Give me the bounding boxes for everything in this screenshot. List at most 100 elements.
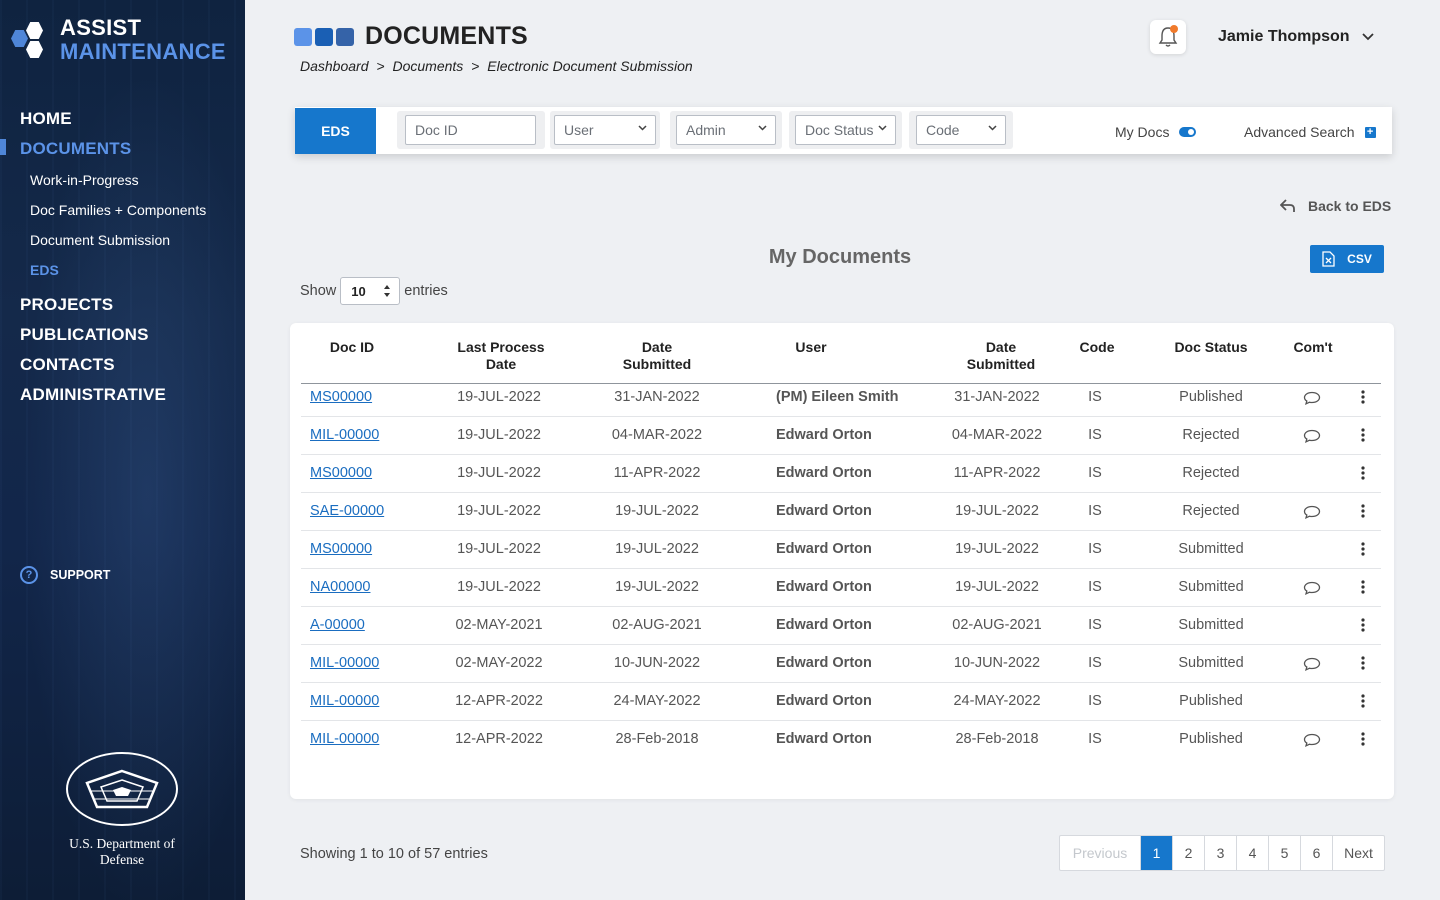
breadcrumb-current: Electronic Document Submission (487, 58, 693, 74)
table-row[interactable]: NA00000 19-JUL-2022 19-JUL-2022 Edward Orto… (301, 569, 1381, 607)
admin-select[interactable]: Admin (676, 115, 776, 145)
kebab-icon[interactable] (1361, 428, 1365, 447)
kebab-icon[interactable] (1361, 732, 1365, 751)
col-last-process-date[interactable]: Last Process Date (451, 339, 551, 373)
nav-document-submission[interactable]: Document Submission (0, 226, 245, 256)
comment-icon[interactable] (1303, 657, 1321, 676)
table-row[interactable]: MS00000 19-JUL-2022 31-JAN-2022 (PM) Eileen… (301, 379, 1381, 417)
code: IS (1088, 693, 1102, 709)
user-select[interactable]: User (554, 115, 656, 145)
date-submitted: 19-JUL-2022 (615, 579, 699, 595)
doc-id-link[interactable]: MIL-00000 (310, 693, 400, 709)
table-row[interactable]: MIL-00000 12-APR-2022 24-MAY-2022 Edward Or… (301, 683, 1381, 721)
code-select[interactable]: Code (916, 115, 1006, 145)
table-row[interactable]: MIL-00000 02-MAY-2022 10-JUN-2022 Edward Or… (301, 645, 1381, 683)
kebab-icon[interactable] (1361, 390, 1365, 409)
csv-export-button[interactable]: CSV (1310, 245, 1384, 273)
table-row[interactable]: A-00000 02-MAY-2021 02-AUG-2021 Edward Orto… (301, 607, 1381, 645)
doc-id-link[interactable]: MIL-00000 (310, 427, 400, 443)
col-doc-id[interactable]: Doc ID (320, 339, 384, 356)
user-menu[interactable]: Jamie Thompson (1218, 28, 1374, 46)
previous-page-button[interactable]: Previous (1060, 836, 1140, 870)
page-5-button[interactable]: 5 (1268, 836, 1300, 870)
nav-administrative[interactable]: ADMINISTRATIVE (0, 382, 245, 412)
page-2-button[interactable]: 2 (1172, 836, 1204, 870)
notifications-button[interactable] (1150, 20, 1186, 54)
last-process-date: 12-APR-2022 (455, 731, 543, 747)
kebab-icon[interactable] (1361, 694, 1365, 713)
doc-id-link[interactable]: A-00000 (310, 617, 400, 633)
my-docs-label: My Docs (1115, 124, 1170, 140)
nav-contacts[interactable]: CONTACTS (0, 352, 245, 382)
back-to-eds-link[interactable]: Back to EDS (1280, 198, 1391, 214)
date-submitted: 19-JUL-2022 (615, 503, 699, 519)
breadcrumb-dashboard[interactable]: Dashboard (300, 58, 369, 74)
col-date-submitted-2[interactable]: Date Submitted (951, 339, 1051, 373)
comment-icon[interactable] (1303, 505, 1321, 524)
brand-logo[interactable]: ASSIST MAINTENANCE (10, 16, 226, 64)
table-row[interactable]: MS00000 19-JUL-2022 11-APR-2022 Edward Orto… (301, 455, 1381, 493)
nav-eds[interactable]: EDS (0, 256, 245, 286)
doc-status-select[interactable]: Doc Status (795, 115, 896, 145)
doc-id-input[interactable]: Doc ID (405, 115, 536, 145)
doc-id-link[interactable]: NA00000 (310, 579, 400, 595)
doc-id-link[interactable]: MS00000 (310, 541, 400, 557)
section-title: My Documents (768, 246, 912, 268)
kebab-icon[interactable] (1361, 580, 1365, 599)
date-submitted-2: 04-MAR-2022 (951, 427, 1043, 443)
comment-icon[interactable] (1303, 391, 1321, 410)
nav-publications[interactable]: PUBLICATIONS (0, 322, 245, 352)
breadcrumb-documents[interactable]: Documents (392, 58, 463, 74)
user-name: Edward Orton (776, 503, 872, 519)
doc-id-link[interactable]: MS00000 (310, 389, 400, 405)
comment-icon[interactable] (1303, 733, 1321, 752)
nav-work-in-progress[interactable]: Work-in-Progress (0, 166, 245, 196)
eds-button[interactable]: EDS (295, 108, 376, 154)
kebab-icon[interactable] (1361, 466, 1365, 485)
code: IS (1088, 427, 1102, 443)
col-code[interactable]: Code (1073, 339, 1121, 356)
toggle-switch[interactable] (1179, 127, 1197, 137)
col-doc-status[interactable]: Doc Status (1161, 339, 1261, 356)
last-process-date: 19-JUL-2022 (457, 465, 541, 481)
nav-home[interactable]: HOME (0, 106, 245, 136)
nav-doc-families[interactable]: Doc Families + Components (0, 196, 245, 226)
doc-id-link[interactable]: SAE-00000 (310, 503, 400, 519)
doc-status: Submitted (1178, 541, 1244, 557)
col-comment[interactable]: Com't (1283, 339, 1343, 356)
kebab-icon[interactable] (1361, 618, 1365, 637)
pagination: Previous 1 2 3 4 5 6 Next (1059, 835, 1385, 871)
kebab-icon[interactable] (1361, 542, 1365, 561)
date-submitted-2: 28-Feb-2018 (955, 731, 1039, 747)
table-row[interactable]: MIL-00000 12-APR-2022 28-Feb-2018 Edward Or… (301, 721, 1381, 759)
my-docs-toggle[interactable]: My Docs (1115, 124, 1197, 140)
entries-select[interactable]: 10 (340, 277, 401, 305)
comment-icon[interactable] (1303, 429, 1321, 448)
last-process-date: 19-JUL-2022 (457, 389, 541, 405)
col-user[interactable]: User (781, 339, 841, 356)
support-label: SUPPORT (50, 568, 111, 582)
advanced-search-button[interactable]: Advanced Search + (1244, 124, 1376, 140)
col-date-submitted[interactable]: Date Submitted (607, 339, 707, 373)
table-row[interactable]: MIL-00000 19-JUL-2022 04-MAR-2022 Edward Or… (301, 417, 1381, 455)
doc-id-link[interactable]: MIL-00000 (310, 655, 400, 671)
table-row[interactable]: SAE-00000 19-JUL-2022 19-JUL-2022 Edward Or… (301, 493, 1381, 531)
admin-select-value: Admin (686, 122, 726, 138)
kebab-icon[interactable] (1361, 656, 1365, 675)
nav-documents[interactable]: DOCUMENTS (0, 136, 245, 166)
comment-icon[interactable] (1303, 581, 1321, 600)
table-row[interactable]: MS00000 19-JUL-2022 19-JUL-2022 Edward Orto… (301, 531, 1381, 569)
next-page-button[interactable]: Next (1332, 836, 1384, 870)
doc-id-link[interactable]: MS00000 (310, 465, 400, 481)
updown-arrows-icon (384, 285, 391, 297)
date-submitted-2: 31-JAN-2022 (954, 389, 1040, 405)
date-submitted-2: 19-JUL-2022 (955, 579, 1039, 595)
page-3-button[interactable]: 3 (1204, 836, 1236, 870)
page-1-button[interactable]: 1 (1140, 836, 1172, 870)
nav-projects[interactable]: PROJECTS (0, 292, 245, 322)
kebab-icon[interactable] (1361, 504, 1365, 523)
page-6-button[interactable]: 6 (1300, 836, 1332, 870)
doc-id-link[interactable]: MIL-00000 (310, 731, 400, 747)
support-link[interactable]: ? SUPPORT (20, 566, 110, 584)
page-4-button[interactable]: 4 (1236, 836, 1268, 870)
